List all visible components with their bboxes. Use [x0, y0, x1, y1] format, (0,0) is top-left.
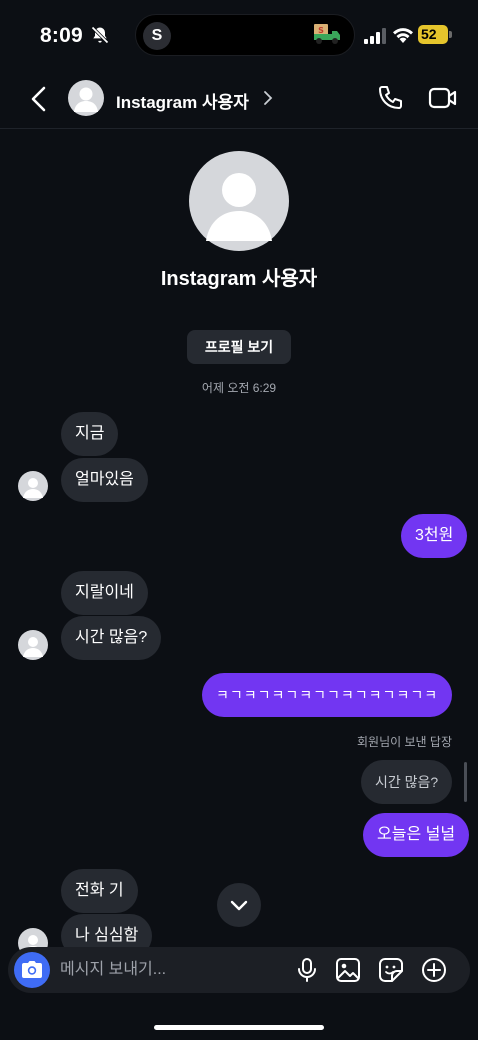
camera-icon: [22, 961, 42, 978]
message-bubble-outgoing[interactable]: 오늘은 널널: [363, 813, 470, 857]
island-app-badge: S: [143, 22, 171, 50]
camera-button[interactable]: [14, 952, 50, 988]
message-timestamp: 어제 오전 6:29: [201, 381, 277, 395]
reply-label: 회원님이 보낸 답장: [357, 735, 452, 749]
home-indicator[interactable]: [154, 1025, 324, 1030]
video-icon[interactable]: [428, 86, 458, 110]
wifi-icon: [393, 28, 413, 43]
replied-message-preview[interactable]: 시간 많음?: [361, 760, 453, 804]
message-bubble-outgoing[interactable]: 3천원: [401, 514, 468, 558]
battery-icon: 52: [418, 25, 448, 44]
back-icon[interactable]: [28, 86, 50, 112]
message-bubble-incoming[interactable]: 지금: [61, 412, 119, 456]
battery-cap: [449, 31, 452, 38]
message-input[interactable]: [60, 958, 280, 982]
view-profile-button[interactable]: 프로필 보기: [187, 330, 291, 364]
profile-name: Instagram 사용자: [160, 268, 318, 290]
plus-icon[interactable]: [421, 957, 447, 983]
bell-off-icon: [91, 26, 109, 44]
svg-text:S: S: [318, 26, 324, 35]
signal-icon: [364, 28, 386, 44]
status-time: 8:09: [40, 24, 83, 47]
gallery-icon[interactable]: [335, 957, 361, 983]
message-bubble-incoming[interactable]: 지랄이네: [61, 571, 148, 615]
sticker-icon[interactable]: [378, 957, 404, 983]
avatar[interactable]: [68, 80, 104, 116]
header-title[interactable]: Instagram 사용자: [116, 88, 249, 113]
chevron-down-icon: [230, 900, 248, 911]
truck-icon: S: [314, 24, 340, 44]
phone-icon[interactable]: [376, 84, 404, 112]
battery-level: 52: [421, 26, 437, 42]
scroll-to-bottom-button[interactable]: [217, 883, 261, 927]
reply-indicator-bar: [464, 762, 467, 802]
message-bubble-incoming[interactable]: 시간 많음?: [61, 616, 162, 660]
profile-avatar[interactable]: [189, 151, 289, 251]
message-bubble-incoming[interactable]: 얼마있음: [61, 458, 148, 502]
message-bubble-incoming[interactable]: 전화 기: [61, 869, 138, 913]
message-bubble-outgoing[interactable]: ㅋㄱㅋㄱㅋㄱㅋㄱㄱㅋㄱㅋㄱㅋㄱㅋ: [202, 673, 453, 717]
sender-avatar[interactable]: [18, 471, 48, 501]
sender-avatar[interactable]: [18, 630, 48, 660]
mic-icon[interactable]: [294, 957, 320, 983]
header-divider: [0, 128, 478, 129]
chevron-right-icon[interactable]: [262, 89, 274, 107]
